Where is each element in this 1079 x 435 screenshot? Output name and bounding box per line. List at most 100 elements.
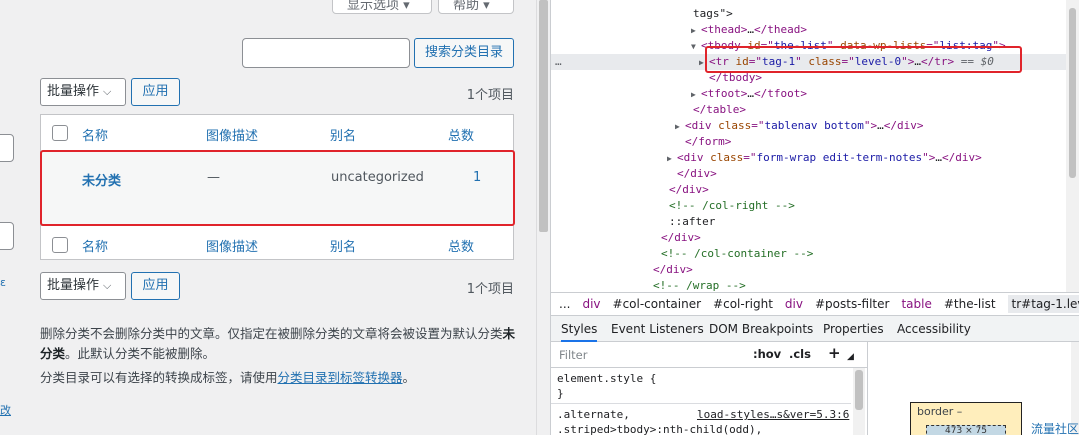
rule-menu-icon[interactable]: ◢: [847, 352, 854, 362]
dom-node-content: ▶ <tr id="tag-1" class="level-0">…</tr> =…: [699, 54, 994, 71]
page-scrollbar-thumb[interactable]: [539, 0, 548, 232]
breadcrumb-item[interactable]: #posts-filter: [815, 297, 889, 311]
dom-node-content: ▶ <div class="tablenav bottom">…</div>: [675, 118, 923, 135]
expand-triangle-icon[interactable]: ▶: [691, 23, 701, 39]
dom-node-menu-icon[interactable]: …: [555, 54, 562, 70]
column-header-description[interactable]: 图像描述: [206, 125, 258, 144]
delete-note: 删除分类不会删除分类中的文章。仅指定在被删除分类的文章将会被设置为默认分类未分类…: [40, 324, 520, 364]
tab-properties[interactable]: Properties: [823, 316, 884, 342]
dom-node[interactable]: </form>: [551, 134, 1079, 150]
dom-token: <!-- /col-right -->: [669, 199, 795, 212]
new-rule-button[interactable]: +: [828, 344, 841, 362]
tab-accessibility[interactable]: Accessibility: [897, 316, 971, 342]
screen-options-button[interactable]: 显示选项 ▾: [332, 0, 432, 14]
dom-node[interactable]: </tbody>: [551, 70, 1079, 86]
dom-node[interactable]: tags">: [551, 6, 1079, 22]
table-row[interactable]: 未分类 — uncategorized 1: [41, 151, 513, 226]
dom-node-content: ▼ <tbody id="the-list" data-wp-lists="lis…: [691, 38, 1006, 55]
rule-selector-alternate[interactable]: .alternate,: [557, 407, 630, 422]
convert-note-text-end: 。: [402, 370, 416, 385]
dom-node[interactable]: ▶ <div class="form-wrap edit-term-notes">…: [551, 150, 1079, 166]
collapse-triangle-icon[interactable]: ▼: [691, 39, 701, 55]
search-categories-button[interactable]: 搜索分类目录: [414, 38, 514, 68]
rule-selector-striped[interactable]: .striped>tbody>:nth-child(odd),: [557, 422, 762, 435]
column-header-slug[interactable]: 别名: [330, 125, 356, 144]
search-input[interactable]: [242, 38, 410, 68]
bulk-actions-select-top[interactable]: 批量操作 ⌵: [40, 78, 126, 106]
class-toggle[interactable]: .cls: [789, 347, 811, 361]
dom-node[interactable]: ▼ <tbody id="the-list" data-wp-lists="lis…: [551, 38, 1079, 54]
element-style-rule[interactable]: element.style {: [557, 371, 656, 386]
dom-node-selected[interactable]: … ▶ <tr id="tag-1" class="level-0">…</tr> …: [551, 54, 1079, 70]
tab-dom-breakpoints[interactable]: DOM Breakpoints: [709, 316, 813, 342]
column-header-name[interactable]: 名称: [82, 125, 108, 144]
dom-node[interactable]: </table>: [551, 102, 1079, 118]
dom-node[interactable]: <!-- /col-container -->: [551, 246, 1079, 262]
dom-node[interactable]: </div>: [551, 262, 1079, 278]
column-footer-description[interactable]: 图像描述: [206, 236, 258, 255]
dom-node[interactable]: ▶ <thead>…</thead>: [551, 22, 1079, 38]
dom-node[interactable]: </div>: [551, 182, 1079, 198]
dom-token: tags">: [693, 7, 733, 20]
select-all-checkbox-footer[interactable]: [52, 237, 68, 253]
dom-tree-scrollbar-thumb[interactable]: [1069, 8, 1076, 178]
dom-token: </tr>: [920, 55, 955, 68]
left-edge-input[interactable]: [0, 134, 14, 162]
tag-converter-link[interactable]: 分类目录到标签转换器: [278, 370, 403, 385]
dom-node[interactable]: ::after: [551, 214, 1079, 230]
bulk-actions-select-bottom[interactable]: 批量操作 ⌵: [40, 272, 126, 300]
dom-token: class: [718, 119, 752, 132]
dom-node[interactable]: </div>: [551, 230, 1079, 246]
row-name-link[interactable]: 未分类: [82, 170, 121, 189]
dom-token: ">: [863, 119, 878, 132]
page-scrollbar[interactable]: [536, 0, 550, 435]
styles-scrollbar-thumb[interactable]: [855, 370, 863, 410]
tab-styles[interactable]: Styles: [561, 316, 598, 342]
breadcrumb-item[interactable]: #the-list: [944, 297, 996, 311]
dom-token: …: [914, 55, 921, 68]
left-edge-link[interactable]: 改: [0, 402, 11, 418]
dom-token: <div: [677, 151, 711, 164]
expand-triangle-icon[interactable]: ▶: [691, 87, 701, 103]
apply-button-bottom[interactable]: 应用: [131, 272, 180, 300]
dom-node[interactable]: ▶ <tfoot>…</tfoot>: [551, 86, 1079, 102]
expand-triangle-icon[interactable]: ▶: [675, 119, 685, 135]
breadcrumb-item[interactable]: div: [785, 297, 803, 311]
bulk-actions-label: 批量操作: [47, 84, 100, 99]
element-style-close: }: [557, 387, 564, 400]
breadcrumb-item[interactable]: #col-container: [613, 297, 702, 311]
help-button[interactable]: 帮助 ▾: [438, 0, 514, 14]
dom-token: =": [926, 39, 940, 52]
dom-node[interactable]: ▶ <div class="tablenav bottom">…</div>: [551, 118, 1079, 134]
rule-source-link[interactable]: load-styles…s&ver=5.3:6: [697, 407, 849, 422]
chevron-down-icon: ▾: [483, 0, 490, 13]
breadcrumb-item[interactable]: tr#tag-1.level-0: [1007, 295, 1079, 313]
expand-triangle-icon[interactable]: ▶: [667, 151, 677, 167]
chevron-down-icon: ⌵: [103, 85, 112, 98]
breadcrumb-item[interactable]: ...: [559, 297, 570, 311]
breadcrumb-item[interactable]: #col-right: [713, 297, 773, 311]
dom-node[interactable]: <!-- /col-right -->: [551, 198, 1079, 214]
watermark-text: 流量社区: [1030, 422, 1079, 435]
dom-tree-scrollbar[interactable]: [1066, 0, 1079, 292]
column-footer-name[interactable]: 名称: [82, 236, 108, 255]
apply-button-top[interactable]: 应用: [131, 78, 180, 106]
dom-node-content: </table>: [683, 102, 746, 118]
hover-state-toggle[interactable]: :hov: [753, 347, 781, 361]
dom-node[interactable]: </div>: [551, 166, 1079, 182]
expand-triangle-icon[interactable]: ▶: [699, 55, 709, 71]
select-all-checkbox[interactable]: [52, 125, 68, 141]
row-count-link[interactable]: 1: [473, 170, 481, 185]
styles-filter-input[interactable]: Filter: [559, 348, 587, 362]
breadcrumb-item[interactable]: div: [582, 297, 600, 311]
column-header-count[interactable]: 总数: [448, 125, 474, 144]
rule-source-text[interactable]: load-styles…s&ver=5.3:6: [697, 408, 849, 421]
dom-node-content: </form>: [675, 134, 731, 150]
column-footer-count[interactable]: 总数: [448, 236, 474, 255]
left-edge-input[interactable]: [0, 222, 14, 250]
dom-token: id: [747, 39, 761, 52]
tab-event-listeners[interactable]: Event Listeners: [611, 316, 704, 342]
breadcrumb-item[interactable]: table: [901, 297, 931, 311]
column-footer-slug[interactable]: 别名: [330, 236, 356, 255]
styles-scrollbar[interactable]: [853, 368, 865, 435]
